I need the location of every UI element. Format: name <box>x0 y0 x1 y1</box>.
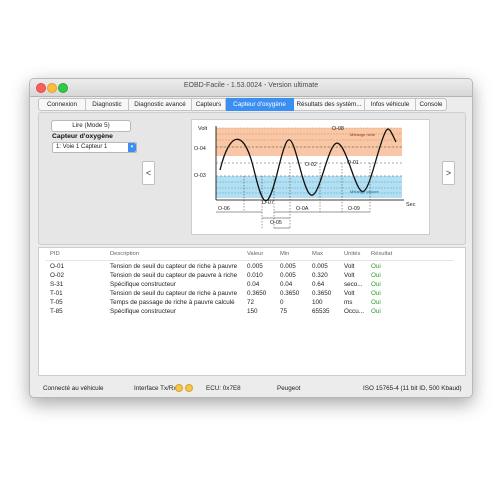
tab-bar: Connexion Diagnostic Diagnostic avancé C… <box>38 98 462 111</box>
chevron-updown-icon: ▾ <box>128 143 136 152</box>
column-header-min[interactable]: Min <box>280 251 289 257</box>
cell-pid: S-31 <box>50 281 64 288</box>
connection-status: Connecté au véhicule <box>43 385 104 392</box>
interface-status: Interface Tx/Rx <box>134 385 177 392</box>
cell-min: 0.04 <box>280 281 293 288</box>
marker-o06: O-06 <box>218 206 230 212</box>
marker-o0a: O-0A <box>296 206 309 212</box>
column-header-pid[interactable]: PID <box>50 251 60 257</box>
cell-unit: seco... <box>344 281 363 288</box>
cell-result: Oui <box>371 263 381 270</box>
cell-value: 0.010 <box>247 272 263 279</box>
cell-min: 0 <box>280 299 284 306</box>
cell-unit: ms <box>344 299 353 306</box>
rx-indicator-icon <box>185 384 193 392</box>
ecu-status: ECU: 0x7E8 <box>206 385 241 392</box>
sensor-select-value: 1: Voie 1 Capteur 1 <box>56 144 108 150</box>
sensor-label: Capteur d'oxygène <box>52 133 113 140</box>
cell-pid: O-01 <box>50 263 64 270</box>
marker-o02: O-02 <box>305 162 317 168</box>
column-header-description[interactable]: Description <box>110 251 139 257</box>
cell-value: 72 <box>247 299 255 306</box>
read-mode5-button[interactable]: Lire (Mode 5) <box>51 120 131 132</box>
tab-console[interactable]: Console <box>416 98 447 111</box>
app-window: EOBD-Facile - 1.53.0024 - Version ultima… <box>29 78 473 398</box>
sec-axis-label: Sec <box>406 202 416 208</box>
cell-unit: Volt <box>344 290 355 297</box>
cell-value: 150 <box>247 308 258 315</box>
cell-result: Oui <box>371 272 381 279</box>
cell-value: 0.04 <box>247 281 260 288</box>
cell-max: 0.64 <box>312 281 325 288</box>
lean-mixture-label: Mélange pauvre <box>350 189 379 194</box>
column-header-value[interactable]: Valeur <box>247 251 263 257</box>
cell-pid: T-85 <box>50 308 63 315</box>
cell-result: Oui <box>371 308 381 315</box>
cell-description: Temps de passage de riche à pauvre calcu… <box>110 299 235 306</box>
cell-result: Oui <box>371 299 381 306</box>
protocol-status: ISO 15765-4 (11 bit ID, 500 Kbaud) <box>363 385 462 392</box>
marker-o09: O-09 <box>348 206 360 212</box>
cell-value: 0.3650 <box>247 290 267 297</box>
cell-min: 0.005 <box>280 272 296 279</box>
cell-max: 0.3650 <box>312 290 332 297</box>
cell-min: 75 <box>280 308 288 315</box>
column-header-max[interactable]: Max <box>312 251 323 257</box>
cell-description: Spécifique constructeur <box>110 281 176 288</box>
tab-connexion[interactable]: Connexion <box>38 98 86 111</box>
cell-description: Tension de seuil du capteur de pauvre à … <box>110 272 238 279</box>
marker-o05: O-05 <box>270 220 282 226</box>
cell-pid: T-05 <box>50 299 63 306</box>
table-header-divider <box>46 260 454 261</box>
marker-o01: O-01 <box>347 160 359 166</box>
marker-o04: O-04 <box>194 146 206 152</box>
cell-min: 0.3650 <box>280 290 300 297</box>
cell-unit: Volt <box>344 263 355 270</box>
cell-unit: Occu... <box>344 308 364 315</box>
cell-pid: O-02 <box>50 272 64 279</box>
cell-value: 0.005 <box>247 263 263 270</box>
marker-o08: O-08 <box>332 126 344 132</box>
marker-o03: O-03 <box>194 173 206 179</box>
tab-capteur-oxygene[interactable]: Capteur d'oxygène <box>226 98 294 111</box>
column-header-result[interactable]: Résultat <box>371 251 392 257</box>
tab-diagnostic-avance[interactable]: Diagnostic avancé <box>129 98 192 111</box>
cell-min: 0.005 <box>280 263 296 270</box>
title-bar: EOBD-Facile - 1.53.0024 - Version ultima… <box>30 79 472 97</box>
cell-description: Tension de seuil du capteur de riche à p… <box>110 263 238 270</box>
cell-max: 100 <box>312 299 323 306</box>
cell-result: Oui <box>371 281 381 288</box>
cell-description: Spécifique constructeur <box>110 308 176 315</box>
sensor-select[interactable]: 1: Voie 1 Capteur 1 ▾ <box>52 142 137 153</box>
oxygen-sensor-graph: Volt Sec Mélange riche Mélange pauvre O-… <box>191 119 430 235</box>
cell-result: Oui <box>371 290 381 297</box>
tab-infos-vehicule[interactable]: Infos véhicule <box>365 98 416 111</box>
next-sensor-button[interactable]: > <box>442 161 455 185</box>
tab-capteurs[interactable]: Capteurs <box>192 98 226 111</box>
tab-resultats-systemes[interactable]: Résultats des systèm... <box>294 98 365 111</box>
cell-unit: Volt <box>344 272 355 279</box>
vehicle-brand: Peugeot <box>277 385 301 392</box>
cell-pid: T-01 <box>50 290 63 297</box>
cell-max: 0.320 <box>312 272 328 279</box>
previous-sensor-button[interactable]: < <box>142 161 155 185</box>
window-title: EOBD-Facile - 1.53.0024 - Version ultima… <box>183 82 319 89</box>
marker-o07: O-07 <box>262 200 274 206</box>
cell-max: 0.005 <box>312 263 328 270</box>
rich-mixture-label: Mélange riche <box>350 132 376 137</box>
tx-indicator-icon <box>175 384 183 392</box>
volt-axis-label: Volt <box>198 126 208 132</box>
tab-diagnostic[interactable]: Diagnostic <box>86 98 129 111</box>
status-bar: Connecté au véhicule Interface Tx/Rx ECU… <box>30 381 472 395</box>
cell-description: Tension de seuil du capteur de riche à p… <box>110 290 238 297</box>
column-header-units[interactable]: Unités <box>344 251 360 257</box>
cell-max: 65535 <box>312 308 330 315</box>
